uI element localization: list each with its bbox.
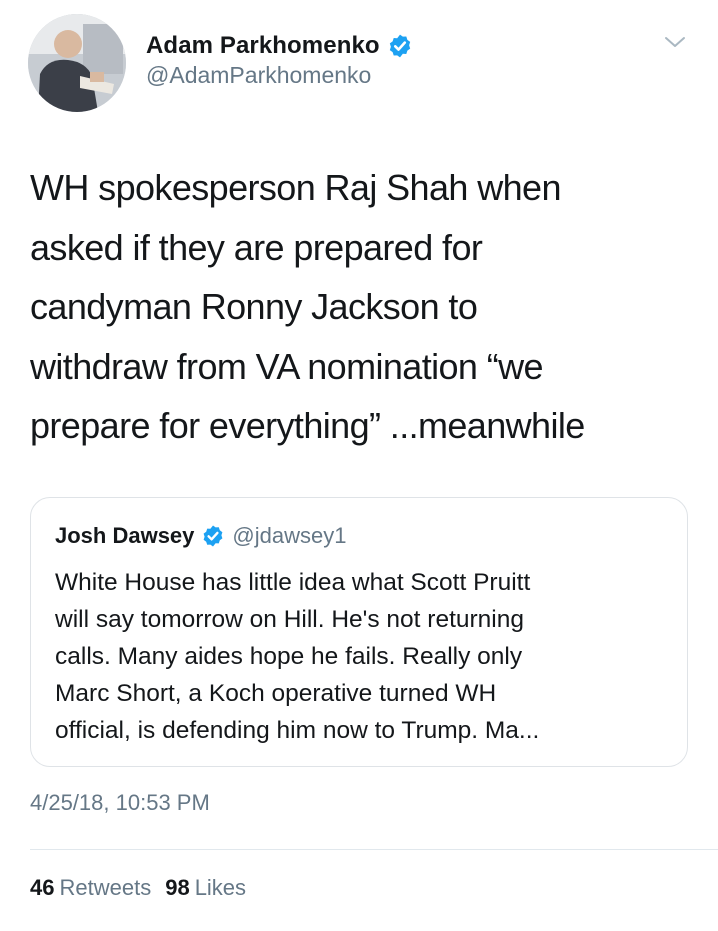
quoted-author-name: Josh Dawsey [55,523,195,548]
quoted-tweet-text: White House has little idea what Scott P… [55,569,540,744]
quoted-tweet-card[interactable]: Josh Dawsey @jdawsey1 White House has li… [30,497,688,767]
quoted-tweet-header: Josh Dawsey @jdawsey1 [55,520,346,552]
retweets-label: Retweets [59,875,152,900]
quoted-author-handle: @jdawsey1 [232,523,347,548]
tweet: Adam Parkhomenko @AdamParkhomenko WH spo… [0,0,718,931]
avatar-image [28,14,126,112]
divider [30,849,718,850]
tweet-timestamp[interactable]: 4/25/18, 10:53 PM [30,790,210,816]
verified-badge-icon [389,34,410,58]
tweet-text: WH spokesperson Raj Shah when asked if t… [30,167,585,446]
likes-count: 98 [165,875,190,900]
author-handle[interactable]: @AdamParkhomenko [146,62,371,89]
retweets-stat[interactable]: 46 Retweets [30,875,151,901]
tweet-stats: 46 Retweets 98 Likes [30,875,246,901]
verified-badge-icon [204,525,223,547]
chevron-down-icon[interactable] [662,32,688,52]
avatar[interactable] [28,14,126,112]
retweets-count: 46 [30,875,55,900]
likes-label: Likes [194,875,247,900]
likes-stat[interactable]: 98 Likes [165,875,246,901]
author-name-row: Adam Parkhomenko [146,30,413,62]
author-display-name[interactable]: Adam Parkhomenko [146,32,380,60]
